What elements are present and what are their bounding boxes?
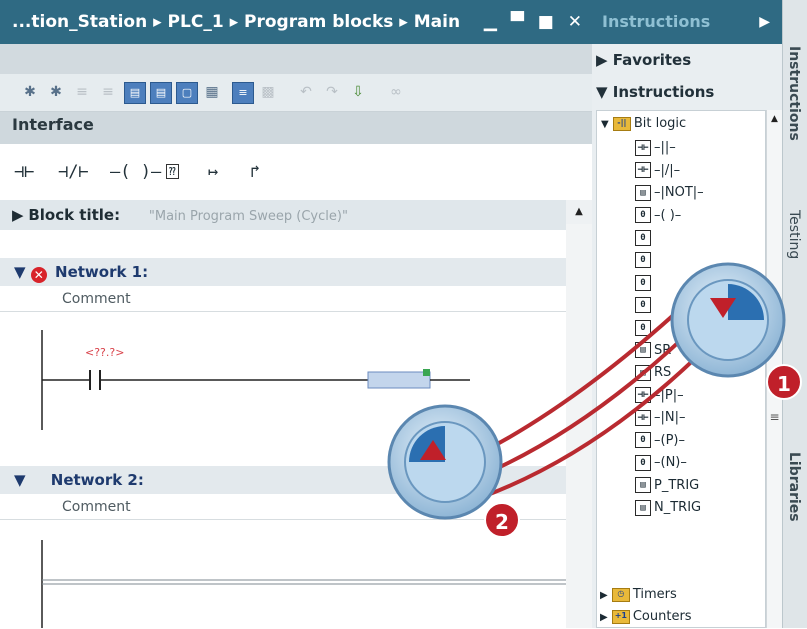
mouse-release-icon: [387, 404, 503, 520]
callout-2-badge: 2: [484, 502, 520, 538]
mouse-press-icon: [670, 262, 786, 378]
drag-drop-illustration: [387, 262, 786, 520]
callout-1-badge: 1: [766, 364, 802, 400]
